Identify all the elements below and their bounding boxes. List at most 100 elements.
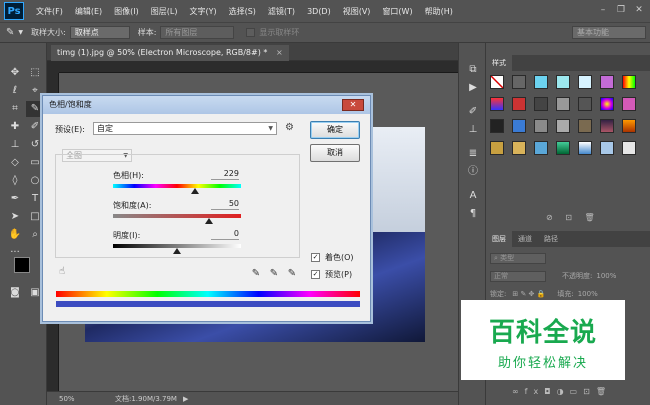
clone-stamp-tool-icon[interactable]: ⊥ — [6, 137, 24, 153]
eyedropper-minus-icon[interactable]: ✎ — [286, 268, 298, 280]
saturation-slider-thumb[interactable] — [205, 218, 213, 224]
eraser-tool-icon[interactable]: ◇ — [6, 155, 24, 171]
path-select-tool-icon[interactable]: ➤ — [6, 209, 24, 225]
delete-style-icon[interactable]: ⊘ — [546, 213, 553, 222]
info-panel-icon[interactable]: ⓘ — [466, 165, 480, 179]
style-swatch[interactable] — [578, 141, 592, 155]
tab-styles[interactable]: 样式 — [486, 55, 512, 71]
style-swatch[interactable] — [512, 141, 526, 155]
eyedropper-plus-icon[interactable]: ✎ — [268, 268, 280, 280]
dialog-titlebar[interactable]: 色相/饱和度 ✕ — [43, 96, 370, 114]
menu-layer[interactable]: 图层(L) — [145, 6, 184, 17]
saturation-slider-track[interactable] — [113, 214, 241, 218]
pen-tool-icon[interactable]: ✒ — [6, 191, 24, 207]
tab-channels[interactable]: 通道 — [512, 231, 538, 247]
menu-select[interactable]: 选择(S) — [223, 6, 262, 17]
saturation-value-input[interactable]: 50 — [211, 199, 239, 210]
new-layer-icon[interactable]: ⊡ — [583, 387, 596, 396]
status-menu-arrow-icon[interactable]: ▶ — [183, 395, 188, 403]
lightness-slider-thumb[interactable] — [173, 248, 181, 254]
style-swatch[interactable] — [556, 119, 570, 133]
style-swatch[interactable] — [490, 119, 504, 133]
menu-3d[interactable]: 3D(D) — [301, 7, 337, 16]
lasso-tool-icon[interactable]: ℓ — [6, 83, 24, 99]
style-swatch[interactable] — [622, 119, 636, 133]
style-swatch[interactable] — [534, 141, 548, 155]
paragraph-panel-icon[interactable]: ¶ — [466, 207, 480, 221]
style-swatch[interactable] — [578, 75, 592, 89]
style-swatch[interactable] — [622, 75, 636, 89]
sample-size-select[interactable]: 取样点 — [69, 26, 130, 39]
horizontal-ruler[interactable] — [59, 61, 458, 73]
hand-tool-icon[interactable]: ✋ — [6, 227, 24, 243]
tab-layers[interactable]: 图层 — [486, 231, 512, 247]
clone-source-panel-icon[interactable]: ⊥ — [466, 123, 480, 137]
brush-panel-icon[interactable]: ✐ — [466, 105, 480, 119]
marquee-tool-icon[interactable]: ⬚ — [26, 65, 44, 81]
group-icon[interactable]: ▭ — [570, 387, 584, 396]
close-tab-icon[interactable]: × — [276, 48, 283, 57]
style-swatch[interactable] — [600, 141, 614, 155]
style-swatch[interactable] — [578, 119, 592, 133]
menu-view[interactable]: 视图(V) — [337, 6, 377, 17]
sample-select[interactable]: 所有图层 — [160, 26, 235, 39]
lightness-value-input[interactable]: 0 — [211, 229, 239, 240]
style-swatch-none[interactable] — [490, 75, 504, 89]
tool-preset-chevron-icon[interactable]: ▼ — [18, 29, 23, 36]
tab-paths[interactable]: 路径 — [538, 231, 564, 247]
fill-value[interactable]: 100% — [578, 290, 598, 298]
trash-icon[interactable]: 🗑 — [585, 213, 595, 222]
style-swatch[interactable] — [534, 119, 548, 133]
menu-edit[interactable]: 编辑(E) — [69, 6, 108, 17]
preset-options-gear-icon[interactable]: ⚙ — [285, 122, 294, 133]
style-swatch[interactable] — [556, 75, 570, 89]
workspace-select[interactable]: 基本功能 — [572, 26, 646, 39]
delete-layer-icon[interactable]: 🗑 — [596, 387, 612, 396]
style-swatch[interactable] — [578, 97, 592, 111]
minimize-icon[interactable]: – — [596, 4, 610, 16]
blur-tool-icon[interactable]: ◊ — [6, 173, 24, 189]
eyedropper-icon[interactable]: ✎ — [250, 268, 262, 280]
hue-slider-thumb[interactable] — [190, 188, 199, 194]
layer-kind-filter[interactable]: ⌕ 类型 — [490, 252, 546, 264]
style-swatch[interactable] — [490, 97, 504, 111]
ok-button[interactable]: 确定 — [310, 121, 360, 139]
style-swatch[interactable] — [622, 141, 636, 155]
dialog-close-button[interactable]: ✕ — [342, 99, 364, 111]
actions-panel-icon[interactable]: ▶ — [466, 81, 480, 95]
show-ring-checkbox[interactable] — [246, 28, 256, 37]
mask-icon[interactable]: ◘ — [544, 387, 556, 396]
style-swatch[interactable] — [512, 119, 526, 133]
menu-filter[interactable]: 滤镜(T) — [262, 6, 301, 17]
close-window-icon[interactable]: ✕ — [632, 4, 646, 16]
style-swatch[interactable] — [600, 119, 614, 133]
style-swatch[interactable] — [512, 75, 526, 89]
quick-mask-icon[interactable]: ◙ — [6, 285, 24, 301]
style-swatch[interactable] — [556, 97, 570, 111]
character-panel-icon[interactable]: A — [466, 189, 480, 203]
target-adjust-hand-icon[interactable]: ☝ — [59, 266, 65, 277]
menu-help[interactable]: 帮助(H) — [419, 6, 459, 17]
eyedropper-tool-icon[interactable]: ✎ — [6, 27, 14, 38]
new-style-icon[interactable]: ⊡ — [565, 213, 572, 222]
style-swatch[interactable] — [512, 97, 526, 111]
blend-mode-select[interactable]: 正常 — [490, 270, 546, 282]
menu-image[interactable]: 图像(I) — [108, 6, 145, 17]
opacity-value[interactable]: 100% — [596, 272, 616, 280]
hue-value-input[interactable]: 229 — [211, 169, 239, 180]
menu-window[interactable]: 窗口(W) — [376, 6, 418, 17]
document-tab[interactable]: timg (1).jpg @ 50% (Electron Microscope,… — [51, 45, 289, 61]
hue-slider-track[interactable] — [113, 184, 241, 188]
menu-file[interactable]: 文件(F) — [30, 6, 69, 17]
healing-brush-tool-icon[interactable]: ✚ — [6, 119, 24, 135]
style-swatch[interactable] — [534, 97, 548, 111]
fx-icon[interactable]: fx — [525, 387, 545, 396]
cancel-button[interactable]: 取消 — [310, 144, 360, 162]
preset-select[interactable]: 自定 — [93, 122, 277, 135]
style-swatch[interactable] — [600, 75, 614, 89]
link-layers-icon[interactable]: ∞ — [512, 387, 525, 396]
preview-checkbox[interactable]: ✓ — [311, 270, 320, 279]
history-panel-icon[interactable]: ⧉ — [466, 63, 480, 77]
properties-panel-icon[interactable]: ≣ — [466, 147, 480, 161]
style-swatch[interactable] — [534, 75, 548, 89]
